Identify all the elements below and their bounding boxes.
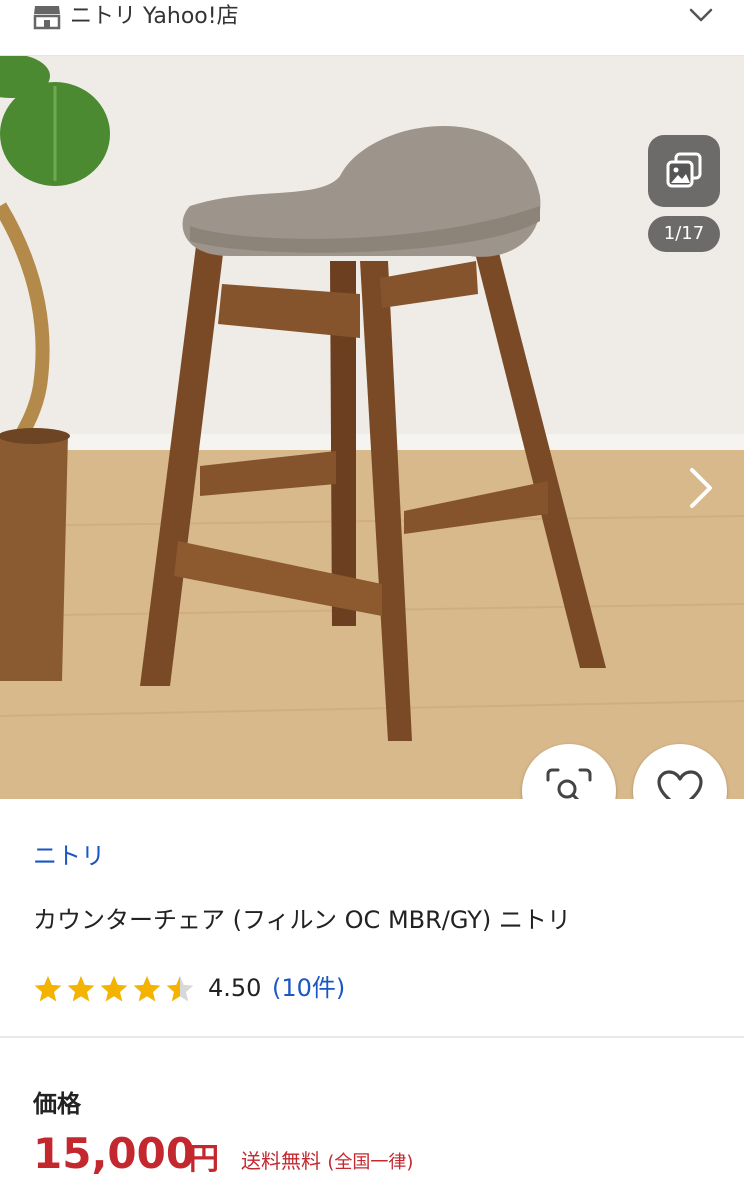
image-counter: 1/17 [648,216,720,252]
heart-icon [657,770,703,799]
star-rating [34,976,194,1002]
star-filled [34,976,62,1002]
shipping-note: (全国一律) [327,1152,414,1173]
rating-value: 4.50 [208,974,262,1002]
star-filled [100,976,128,1002]
image-gallery-icon [666,152,702,188]
star-filled [133,976,161,1002]
price-value: 15,000 [33,1129,196,1178]
shipping-label: 送料無料 [241,1149,321,1173]
chevron-down-icon[interactable] [688,6,714,24]
gallery-view-button[interactable] [648,135,720,207]
divider [0,1036,744,1038]
product-image-gallery[interactable]: 1/17 [0,56,744,799]
product-photo [0,56,744,799]
store-name[interactable]: ニトリ Yahoo!店 [70,2,239,32]
price-label: 価格 [33,1090,81,1118]
price-unit: 円 [189,1142,219,1177]
review-count-link[interactable]: (10件) [272,972,345,1004]
product-title: カウンターチェア (フィルン OC MBR/GY) ニトリ [33,906,571,934]
store-icon [33,6,61,30]
brand-link[interactable]: ニトリ [33,840,105,872]
chevron-right-icon[interactable] [684,464,716,512]
star-filled [67,976,95,1002]
image-search-icon [546,768,592,799]
store-bar[interactable]: ニトリ Yahoo!店 [0,0,744,56]
shipping-info: 送料無料 (全国一律) [241,1146,413,1178]
